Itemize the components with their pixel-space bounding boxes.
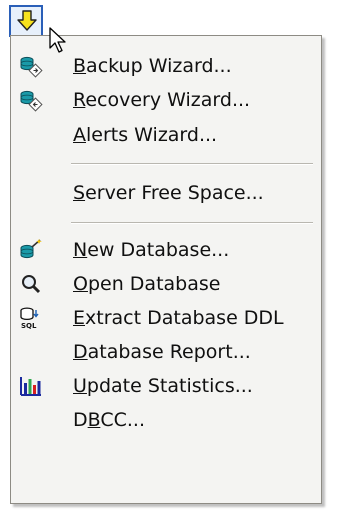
menu-item-label: Update Statistics... xyxy=(73,375,253,397)
menu-item-label: New Database... xyxy=(73,239,230,261)
menu-separator xyxy=(71,222,313,224)
mouse-pointer-icon xyxy=(49,27,66,53)
menu-item-label: DBCC... xyxy=(73,409,145,431)
menu-item-database-report[interactable]: Database Report... xyxy=(11,335,321,369)
menu-item-update-statistics[interactable]: Update Statistics... xyxy=(11,369,321,403)
menu-item-label: Extract Database DDL xyxy=(73,307,284,329)
recovery-database-icon xyxy=(20,90,43,112)
menu-item-alerts-wizard[interactable]: Alerts Wizard... xyxy=(11,118,321,152)
menu-item-label: Open Database xyxy=(73,273,221,295)
magnifier-icon xyxy=(22,275,41,294)
down-arrow-icon xyxy=(17,10,37,31)
menu-item-server-free-space[interactable]: Server Free Space... xyxy=(11,176,321,210)
menu-item-label: Backup Wizard... xyxy=(73,55,232,77)
menu-item-recovery-wizard[interactable]: Recovery Wizard... xyxy=(11,83,321,117)
new-database-icon xyxy=(20,239,42,259)
menu-item-new-database[interactable]: New Database... xyxy=(11,233,321,267)
sql-database-icon: SQL xyxy=(20,307,39,330)
menu-item-extract-database-ddl[interactable]: SQL Extract Database DDL xyxy=(11,301,321,335)
menu-item-dbcc[interactable]: DBCC... xyxy=(11,403,321,437)
dropdown-menu: Backup Wizard... Recovery Wizard... Aler… xyxy=(10,35,322,504)
menu-item-label: Server Free Space... xyxy=(73,182,264,204)
menu-item-label: Recovery Wizard... xyxy=(73,89,251,111)
toolbar-dropdown-button[interactable] xyxy=(9,5,43,37)
backup-database-icon xyxy=(20,56,43,78)
svg-text:SQL: SQL xyxy=(21,322,37,330)
menu-separator xyxy=(71,163,313,165)
menu-item-label: Database Report... xyxy=(73,341,251,363)
menu-item-label: Alerts Wizard... xyxy=(73,124,218,146)
menu-item-open-database[interactable]: Open Database xyxy=(11,267,321,301)
bar-chart-icon xyxy=(20,377,41,396)
